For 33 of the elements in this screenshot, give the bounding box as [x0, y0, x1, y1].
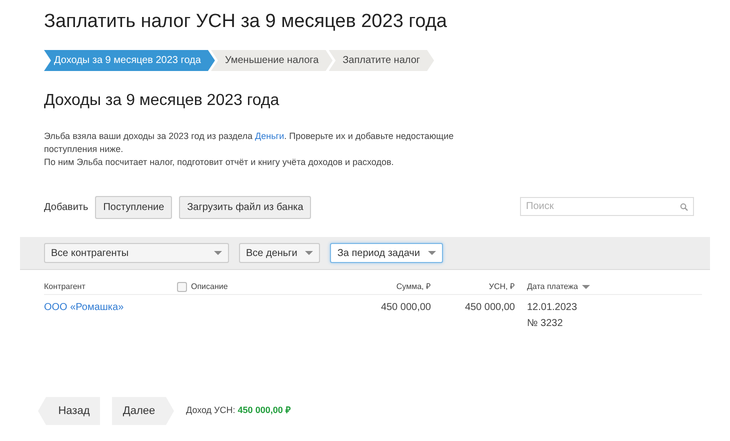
- filter-dropdown[interactable]: Все деньги: [239, 243, 320, 263]
- amount-cell: 450 000,00: [380, 302, 431, 313]
- tax-cell: 450 000,00: [464, 302, 515, 313]
- intro-note: По ним Эльба посчитает налог, подготовит отчёт и книгу учёта доходов и расходов.: [44, 156, 395, 169]
- counterparty-link[interactable]: ООО «Ромашка»: [44, 302, 124, 313]
- column-header: Сумма, ₽: [396, 281, 431, 293]
- filter-dropdown[interactable]: За период задачи: [330, 243, 443, 263]
- add-button[interactable]: Поступление: [95, 196, 172, 219]
- column-header: Контрагент: [44, 281, 86, 293]
- page-title: Заплатить налог УСН за 9 месяцев 2023 года: [44, 10, 447, 34]
- description-checkbox[interactable]: [177, 282, 187, 292]
- intro-paragraph: Эльба взяла ваши доходы за 2023 год из раздела Деньги. Проверьте их и добавьте недостающие поступления ниже.: [44, 130, 455, 156]
- dropdown-caret-icon: [214, 251, 222, 255]
- wizard-step[interactable]: Уменьшение налога: [210, 50, 333, 71]
- column-header: Описание: [191, 281, 228, 293]
- search-icon: [680, 203, 688, 211]
- back-button[interactable]: Назад: [38, 397, 100, 425]
- dropdown-caret-icon: [428, 251, 436, 255]
- next-button[interactable]: Далее: [112, 397, 174, 425]
- money-link[interactable]: Деньги: [255, 131, 284, 141]
- sort-caret-icon: [582, 285, 590, 289]
- section-title: Доходы за 9 месяцев 2023 года: [44, 91, 280, 111]
- add-label: Добавить: [44, 201, 88, 215]
- wizard-step[interactable]: Заплатите налог: [328, 50, 434, 71]
- payment-number: № 3232: [527, 317, 564, 331]
- income-total: Доход УСН: 450 000,00 ₽: [186, 404, 290, 418]
- payment-date: 12.01.2023: [527, 301, 578, 315]
- dropdown-caret-icon: [305, 251, 314, 255]
- add-button[interactable]: Загрузить файл из банка: [179, 196, 312, 219]
- filter-dropdown[interactable]: Все контрагенты: [44, 243, 229, 263]
- column-header[interactable]: Дата платежа: [527, 281, 578, 293]
- search-field[interactable]: Поиск: [520, 197, 694, 216]
- column-header: УСН, ₽: [488, 281, 515, 293]
